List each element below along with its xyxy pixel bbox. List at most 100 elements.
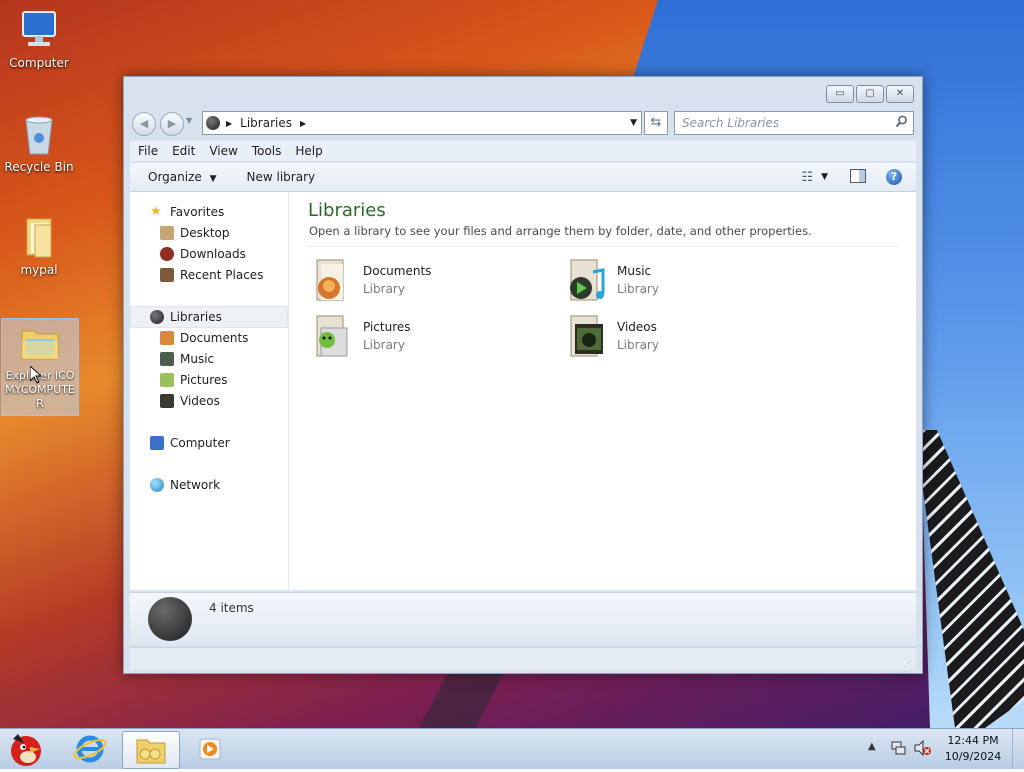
forward-button[interactable]: ▶ <box>160 112 184 136</box>
window-controls: ▭ ▢ ✕ <box>826 85 914 103</box>
downloads-icon <box>160 247 174 261</box>
desktop-icon-computer[interactable]: Computer <box>1 8 77 70</box>
nav-recent-places[interactable]: Recent Places <box>160 265 263 285</box>
nav-documents[interactable]: Documents <box>160 328 248 348</box>
address-dropdown-icon[interactable]: ▼ <box>630 118 637 128</box>
library-text: Documents Library <box>363 258 431 310</box>
library-name: Pictures <box>363 320 411 334</box>
libraries-location-icon <box>206 116 220 130</box>
recent-pages-dropdown-icon[interactable]: ▼ <box>186 116 192 125</box>
show-desktop-button[interactable] <box>1012 729 1024 769</box>
nav-label: Downloads <box>180 247 246 261</box>
nav-music[interactable]: Music <box>160 349 214 369</box>
menu-help[interactable]: Help <box>287 144 328 158</box>
nav-desktop[interactable]: Desktop <box>160 223 230 243</box>
address-bar[interactable]: ▶ Libraries ▶ ▼ <box>202 111 642 135</box>
library-text: Music Library <box>617 258 659 310</box>
search-input[interactable]: Search Libraries <box>682 116 779 130</box>
help-button[interactable]: ? <box>886 169 902 185</box>
command-bar: Organize ▼ New library ☷ ▼ ? <box>130 163 916 192</box>
back-button[interactable]: ◀ <box>132 112 156 136</box>
menu-file[interactable]: File <box>130 144 164 158</box>
desktop-icon-recycle-bin[interactable]: Recycle Bin <box>1 112 77 174</box>
nav-downloads[interactable]: Downloads <box>160 244 246 264</box>
nav-label: Music <box>180 352 215 366</box>
resize-grip-icon[interactable]: ⋰ <box>904 659 912 668</box>
chevron-down-icon: ▼ <box>821 172 828 182</box>
recent-places-icon <box>160 268 174 282</box>
details-pane: 4 items <box>130 592 916 645</box>
clock-date: 10/9/2024 <box>944 750 1002 763</box>
minimize-button[interactable]: ▭ <box>826 85 854 103</box>
organize-button[interactable]: Organize ▼ <box>148 170 217 184</box>
content-area: ★ Favorites Desktop Downloads Recent Pla… <box>130 192 916 590</box>
desktop-icon-label: Computer <box>9 56 69 70</box>
library-type: Library <box>617 338 659 352</box>
close-button[interactable]: ✕ <box>886 85 914 103</box>
search-box[interactable]: Search Libraries <box>674 111 914 135</box>
taskbar: ▲ 12:44 PM 10/9/2024 <box>0 728 1024 769</box>
breadcrumb-separator-icon[interactable]: ▶ <box>300 119 306 128</box>
star-icon: ★ <box>150 204 162 219</box>
media-player-icon <box>199 738 221 760</box>
nav-pictures[interactable]: Pictures <box>160 370 228 390</box>
taskbar-internet-explorer[interactable] <box>62 731 118 767</box>
menu-tools[interactable]: Tools <box>244 144 288 158</box>
library-tile-videos[interactable]: Videos Library <box>567 314 817 366</box>
start-button[interactable] <box>4 729 48 769</box>
nav-videos[interactable]: Videos <box>160 391 220 411</box>
nav-libraries[interactable]: Libraries <box>150 307 222 327</box>
clock-time: 12:44 PM <box>947 734 999 747</box>
menu-view[interactable]: View <box>201 144 243 158</box>
search-icon[interactable] <box>895 115 908 131</box>
desktop-icon-label: mypal <box>20 263 58 277</box>
new-library-button[interactable]: New library <box>247 170 316 184</box>
menu-edit[interactable]: Edit <box>164 144 201 158</box>
preview-pane-icon <box>850 168 866 183</box>
nav-label: Documents <box>180 331 249 345</box>
libraries-large-icon <box>148 597 192 641</box>
videos-library-icon <box>567 314 609 360</box>
nav-label: Pictures <box>180 373 228 387</box>
library-view: Libraries Open a library to see your fil… <box>289 192 916 590</box>
maximize-button[interactable]: ▢ <box>856 85 884 103</box>
desktop-icon-mypal[interactable]: mypal <box>1 215 77 277</box>
breadcrumb-libraries[interactable]: Libraries <box>240 116 292 130</box>
pictures-library-icon <box>313 314 355 360</box>
library-type: Library <box>617 282 659 296</box>
library-type: Library <box>363 338 405 352</box>
address-row: ◀ ▶ ▼ ▶ Libraries ▶ ▼ ⇆ Search Libraries <box>132 111 914 136</box>
nav-network[interactable]: Network <box>150 475 220 495</box>
chevron-down-icon: ▼ <box>209 174 217 184</box>
library-tile-pictures[interactable]: Pictures Library <box>313 314 563 366</box>
library-name: Music <box>617 264 652 278</box>
network-tray-icon[interactable] <box>890 740 906 756</box>
nav-favorites[interactable]: ★ Favorites <box>150 202 224 222</box>
taskbar-media-player[interactable] <box>182 731 238 767</box>
header-divider <box>307 246 897 247</box>
refresh-icon: ⇆ <box>650 115 662 130</box>
breadcrumb-separator-icon[interactable]: ▶ <box>226 119 232 128</box>
nav-label: Network <box>170 478 221 492</box>
refresh-button[interactable]: ⇆ <box>644 111 668 135</box>
show-hidden-icons-button[interactable]: ▲ <box>868 741 876 752</box>
page-subtitle: Open a library to see your files and arr… <box>309 224 812 238</box>
recycle-bin-icon <box>17 112 61 156</box>
videos-icon <box>160 394 174 408</box>
library-text: Videos Library <box>617 314 659 366</box>
status-bar: ⋰ <box>130 647 916 670</box>
taskbar-explorer[interactable] <box>122 731 180 769</box>
preview-pane-button[interactable] <box>850 168 866 186</box>
library-tile-documents[interactable]: Documents Library <box>313 258 563 310</box>
mouse-cursor <box>29 364 43 387</box>
music-icon <box>160 352 174 366</box>
system-clock[interactable]: 12:44 PM 10/9/2024 <box>940 733 1006 765</box>
explorer-window[interactable]: ▭ ▢ ✕ ◀ ▶ ▼ ▶ Libraries ▶ ▼ ⇆ Search Lib… <box>123 76 923 674</box>
library-tile-music[interactable]: Music Library <box>567 258 817 310</box>
computer-icon <box>17 8 61 52</box>
change-view-button[interactable]: ☷ ▼ <box>801 170 828 185</box>
nav-label: Libraries <box>170 310 222 324</box>
volume-muted-icon[interactable] <box>914 739 932 757</box>
nav-computer[interactable]: Computer <box>150 433 230 453</box>
organize-label: Organize <box>148 170 202 184</box>
